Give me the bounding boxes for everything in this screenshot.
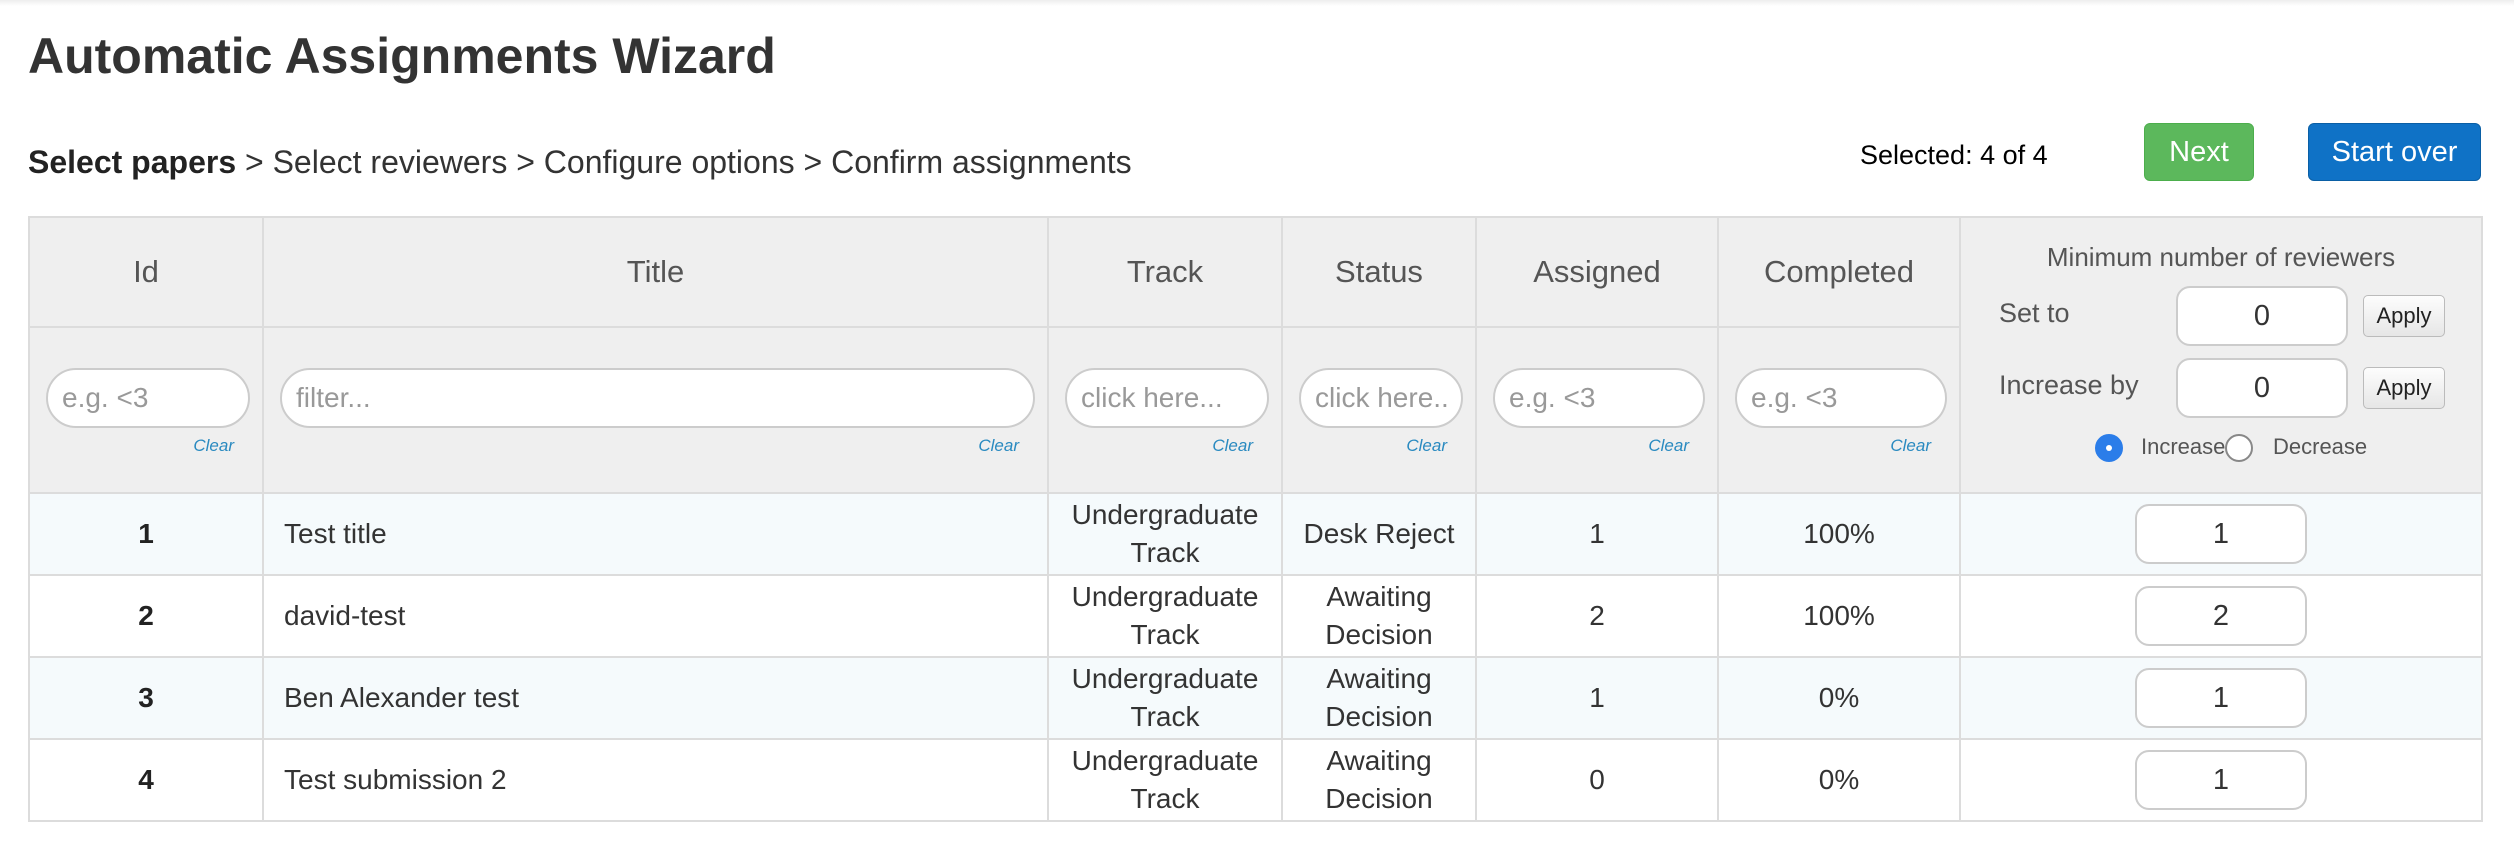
breadcrumb-step-confirm-assignments: Confirm assignments xyxy=(831,144,1132,180)
increase-by-input[interactable] xyxy=(2176,358,2348,418)
breadcrumb-step-configure-options: Configure options xyxy=(543,144,795,180)
row-id: 4 xyxy=(28,738,264,822)
start-over-button[interactable]: Start over xyxy=(2308,123,2481,181)
row-assigned: 2 xyxy=(1475,574,1719,658)
row-completed: 100% xyxy=(1717,574,1961,658)
row-min-reviewers-cell: 1 xyxy=(1959,492,2483,576)
table-row[interactable]: 3 Ben Alexander test Undergraduate Track… xyxy=(28,656,2483,740)
row-completed: 0% xyxy=(1717,656,1961,740)
row-status: Awaiting Decision xyxy=(1281,738,1477,822)
row-status: Desk Reject xyxy=(1281,492,1477,576)
id-filter-clear-link[interactable]: Clear xyxy=(193,436,234,456)
filter-cell-assigned: Clear xyxy=(1475,325,1719,495)
row-min-reviewers-cell: 1 xyxy=(1959,656,2483,740)
filter-cell-track: Clear xyxy=(1047,325,1283,495)
track-filter-clear-link[interactable]: Clear xyxy=(1212,436,1253,456)
row-title[interactable]: david-test xyxy=(262,574,1049,658)
min-reviewers-input[interactable]: 1 xyxy=(2135,504,2307,564)
top-shadow xyxy=(0,0,2514,6)
completed-filter-input[interactable] xyxy=(1735,367,1947,428)
filter-cell-status: Clear xyxy=(1281,325,1477,495)
selected-count: Selected: 4 of 4 xyxy=(1860,140,2048,170)
min-reviewers-panel: Minimum number of reviewers Set to Apply… xyxy=(1959,216,2483,494)
row-title[interactable]: Test submission 2 xyxy=(262,738,1049,822)
column-header-track[interactable]: Track xyxy=(1047,216,1283,328)
status-filter-clear-link[interactable]: Clear xyxy=(1406,436,1447,456)
column-header-status[interactable]: Status xyxy=(1281,216,1477,328)
column-header-title[interactable]: Title xyxy=(262,216,1049,328)
row-id: 2 xyxy=(28,574,264,658)
decrease-radio-label: Decrease xyxy=(2273,434,2368,459)
row-completed: 0% xyxy=(1717,738,1961,822)
min-reviewers-input[interactable]: 1 xyxy=(2135,750,2307,810)
row-assigned: 1 xyxy=(1475,656,1719,740)
breadcrumb-separator: > xyxy=(245,144,264,180)
row-id: 1 xyxy=(28,492,264,576)
row-status: Awaiting Decision xyxy=(1281,574,1477,658)
set-to-apply-button[interactable]: Apply xyxy=(2363,295,2445,337)
completed-filter-clear-link[interactable]: Clear xyxy=(1890,436,1931,456)
assigned-filter-input[interactable] xyxy=(1493,367,1705,428)
row-status: Awaiting Decision xyxy=(1281,656,1477,740)
decrease-radio[interactable] xyxy=(2225,434,2253,462)
row-track: Undergraduate Track xyxy=(1047,574,1283,658)
increase-by-apply-button[interactable]: Apply xyxy=(2363,367,2445,409)
title-filter-clear-link[interactable]: Clear xyxy=(978,436,1019,456)
next-button[interactable]: Next xyxy=(2144,123,2254,181)
filter-cell-id: Clear xyxy=(28,325,264,495)
row-assigned: 1 xyxy=(1475,492,1719,576)
breadcrumb-separator: > xyxy=(516,144,535,180)
row-track: Undergraduate Track xyxy=(1047,656,1283,740)
filter-cell-completed: Clear xyxy=(1717,325,1961,495)
table-row[interactable]: 4 Test submission 2 Undergraduate Track … xyxy=(28,738,2483,822)
increase-radio-label: Increase xyxy=(2141,434,2226,459)
min-reviewers-input[interactable]: 1 xyxy=(2135,668,2307,728)
breadcrumb-step-select-papers: Select papers xyxy=(28,144,237,180)
table-row[interactable]: 1 Test title Undergraduate Track Desk Re… xyxy=(28,492,2483,576)
row-track: Undergraduate Track xyxy=(1047,492,1283,576)
column-header-completed[interactable]: Completed xyxy=(1717,216,1961,328)
table-row[interactable]: 2 david-test Undergraduate Track Awaitin… xyxy=(28,574,2483,658)
breadcrumb: Select papers > Select reviewers > Confi… xyxy=(28,142,1132,182)
increase-radio[interactable] xyxy=(2095,434,2123,462)
min-reviewers-title: Minimum number of reviewers xyxy=(2046,242,2396,272)
row-min-reviewers-cell: 1 xyxy=(1959,738,2483,822)
row-title[interactable]: Test title xyxy=(262,492,1049,576)
filter-cell-title: Clear xyxy=(262,325,1049,495)
column-header-assigned[interactable]: Assigned xyxy=(1475,216,1719,328)
row-completed: 100% xyxy=(1717,492,1961,576)
set-to-label: Set to xyxy=(1999,298,2070,328)
assigned-filter-clear-link[interactable]: Clear xyxy=(1648,436,1689,456)
row-assigned: 0 xyxy=(1475,738,1719,822)
row-track: Undergraduate Track xyxy=(1047,738,1283,822)
status-filter-input[interactable] xyxy=(1299,367,1463,428)
min-reviewers-input[interactable]: 2 xyxy=(2135,586,2307,646)
row-id: 3 xyxy=(28,656,264,740)
column-header-id[interactable]: Id xyxy=(28,216,264,328)
row-title[interactable]: Ben Alexander test xyxy=(262,656,1049,740)
breadcrumb-step-select-reviewers: Select reviewers xyxy=(272,144,508,180)
row-min-reviewers-cell: 2 xyxy=(1959,574,2483,658)
track-filter-input[interactable] xyxy=(1065,367,1269,428)
title-filter-input[interactable] xyxy=(280,367,1035,428)
set-to-input[interactable] xyxy=(2176,286,2348,346)
breadcrumb-separator: > xyxy=(803,144,823,180)
id-filter-input[interactable] xyxy=(46,367,250,428)
increase-by-label: Increase by xyxy=(1999,370,2139,400)
papers-table: Id Title Track Status Assigned Completed… xyxy=(28,216,2483,822)
page-title: Automatic Assignments Wizard xyxy=(28,28,776,84)
